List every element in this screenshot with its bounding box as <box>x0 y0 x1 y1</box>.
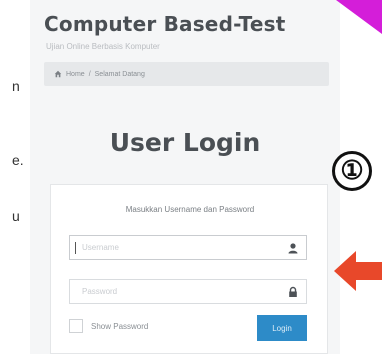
home-icon[interactable] <box>54 70 62 78</box>
password-field[interactable]: Password <box>69 279 307 304</box>
lock-icon <box>287 286 299 298</box>
step-number-badge: ① <box>332 151 372 191</box>
show-password-checkbox[interactable] <box>69 319 83 333</box>
breadcrumb-separator: / <box>88 70 91 78</box>
cbt-page-panel: Computer Based-Test Ujian Online Berbasi… <box>30 0 340 354</box>
left-arrow-icon <box>334 246 382 296</box>
login-form: Masukkan Username dan Password Username … <box>50 184 328 354</box>
background-text-fragment: u <box>12 208 20 224</box>
background-text-fragment: e. <box>12 152 24 168</box>
app-subtitle: Ujian Online Berbasis Komputer <box>46 42 160 51</box>
show-password-toggle[interactable]: Show Password <box>69 319 148 333</box>
breadcrumb: Home / Selamat Datang <box>44 62 329 86</box>
login-button[interactable]: Login <box>257 315 307 341</box>
breadcrumb-home-link[interactable]: Home <box>66 71 85 78</box>
password-placeholder: Password <box>82 287 118 296</box>
app-title: Computer Based-Test <box>44 12 286 36</box>
background-text-fragment: n <box>12 78 20 94</box>
left-background-strip <box>0 0 30 354</box>
login-instruction: Masukkan Username dan Password <box>125 205 255 214</box>
corner-accent-shape <box>336 0 382 34</box>
login-heading: User Login <box>109 128 261 157</box>
username-field[interactable]: Username <box>69 235 307 260</box>
text-caret <box>75 242 76 254</box>
show-password-label: Show Password <box>91 321 149 331</box>
username-placeholder: Username <box>82 243 119 252</box>
user-icon <box>287 242 299 254</box>
breadcrumb-current: Selamat Datang <box>94 70 145 78</box>
